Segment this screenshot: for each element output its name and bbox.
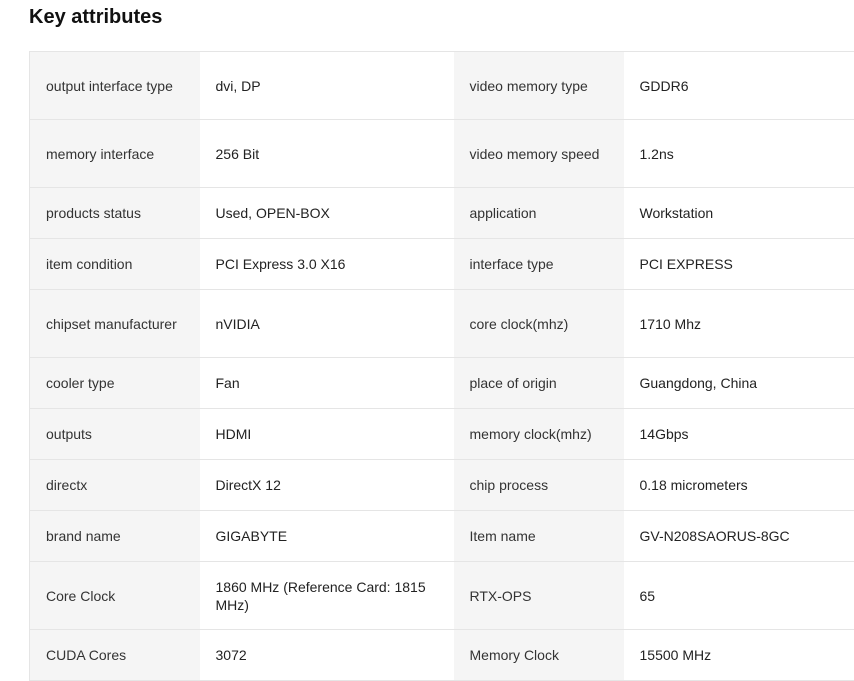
attribute-value: GIGABYTE bbox=[200, 511, 454, 562]
attribute-value: 65 bbox=[624, 562, 854, 630]
attribute-value: HDMI bbox=[200, 409, 454, 460]
attribute-value: 15500 MHz bbox=[624, 630, 854, 681]
attribute-key: CUDA Cores bbox=[30, 630, 200, 681]
attribute-key: memory clock(mhz) bbox=[454, 409, 624, 460]
attribute-key: item condition bbox=[30, 239, 200, 290]
attribute-value: PCI Express 3.0 X16 bbox=[200, 239, 454, 290]
attribute-value: 3072 bbox=[200, 630, 454, 681]
attribute-row: CUDA Cores3072Memory Clock15500 MHz bbox=[30, 630, 854, 681]
attribute-key: application bbox=[454, 188, 624, 239]
attribute-key: video memory type bbox=[454, 52, 624, 120]
attribute-value: PCI EXPRESS bbox=[624, 239, 854, 290]
attribute-value: 14Gbps bbox=[624, 409, 854, 460]
attribute-value: dvi, DP bbox=[200, 52, 454, 120]
attribute-row: directxDirectX 12chip process0.18 microm… bbox=[30, 460, 854, 511]
attribute-value: DirectX 12 bbox=[200, 460, 454, 511]
attribute-row: memory interface256 Bitvideo memory spee… bbox=[30, 120, 854, 188]
attribute-value: 1860 MHz (Reference Card: 1815 MHz) bbox=[200, 562, 454, 630]
attribute-row: chipset manufacturernVIDIAcore clock(mhz… bbox=[30, 290, 854, 358]
attribute-key: chipset manufacturer bbox=[30, 290, 200, 358]
attribute-key: brand name bbox=[30, 511, 200, 562]
attribute-value: Fan bbox=[200, 358, 454, 409]
attributes-table: output interface typedvi, DPvideo memory… bbox=[29, 51, 854, 681]
attribute-key: products status bbox=[30, 188, 200, 239]
attribute-value: 256 Bit bbox=[200, 120, 454, 188]
attribute-key: outputs bbox=[30, 409, 200, 460]
section-title: Key attributes bbox=[29, 4, 162, 30]
attribute-value: nVIDIA bbox=[200, 290, 454, 358]
attribute-row: Core Clock1860 MHz (Reference Card: 1815… bbox=[30, 562, 854, 630]
attribute-value: Guangdong, China bbox=[624, 358, 854, 409]
attribute-row: brand nameGIGABYTEItem nameGV-N208SAORUS… bbox=[30, 511, 854, 562]
attribute-value: Used, OPEN-BOX bbox=[200, 188, 454, 239]
attribute-row: outputsHDMImemory clock(mhz)14Gbps bbox=[30, 409, 854, 460]
attribute-key: core clock(mhz) bbox=[454, 290, 624, 358]
attribute-value: GDDR6 bbox=[624, 52, 854, 120]
attribute-row: cooler typeFanplace of originGuangdong, … bbox=[30, 358, 854, 409]
attribute-value: Workstation bbox=[624, 188, 854, 239]
attribute-key: place of origin bbox=[454, 358, 624, 409]
attribute-value: 1710 Mhz bbox=[624, 290, 854, 358]
attribute-key: directx bbox=[30, 460, 200, 511]
attribute-key: chip process bbox=[454, 460, 624, 511]
attribute-key: output interface type bbox=[30, 52, 200, 120]
attribute-row: output interface typedvi, DPvideo memory… bbox=[30, 52, 854, 120]
attribute-key: video memory speed bbox=[454, 120, 624, 188]
attributes-table-body: output interface typedvi, DPvideo memory… bbox=[30, 52, 854, 681]
attribute-key: interface type bbox=[454, 239, 624, 290]
attribute-key: Core Clock bbox=[30, 562, 200, 630]
attribute-value: GV-N208SAORUS-8GC bbox=[624, 511, 854, 562]
attribute-key: Memory Clock bbox=[454, 630, 624, 681]
attribute-value: 0.18 micrometers bbox=[624, 460, 854, 511]
attribute-key: memory interface bbox=[30, 120, 200, 188]
attribute-row: products statusUsed, OPEN-BOXapplication… bbox=[30, 188, 854, 239]
attribute-key: cooler type bbox=[30, 358, 200, 409]
attribute-key: RTX-OPS bbox=[454, 562, 624, 630]
attribute-key: Item name bbox=[454, 511, 624, 562]
attribute-value: 1.2ns bbox=[624, 120, 854, 188]
attribute-row: item conditionPCI Express 3.0 X16interfa… bbox=[30, 239, 854, 290]
